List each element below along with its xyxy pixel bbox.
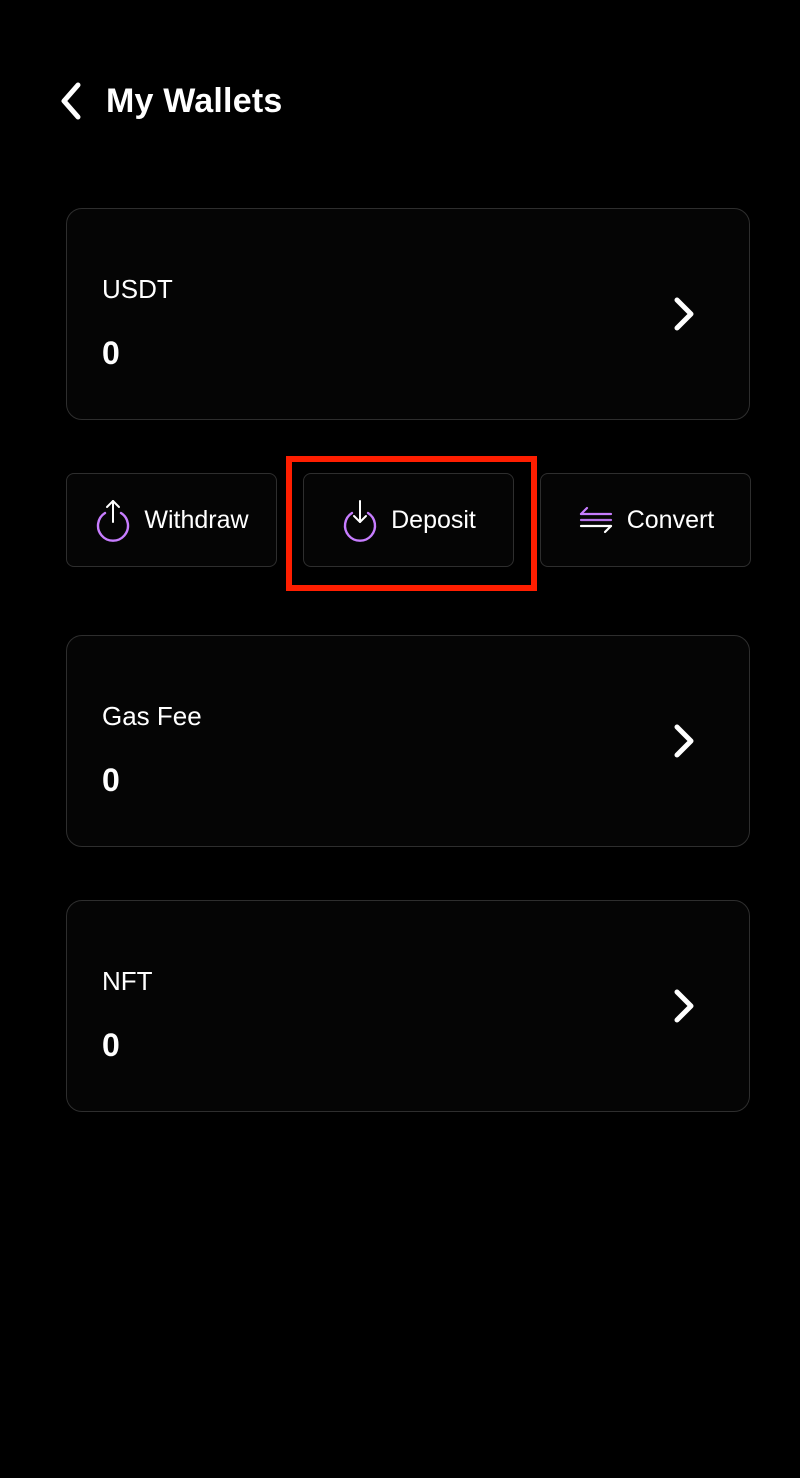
- chevron-right-icon: [669, 293, 699, 335]
- chevron-right-icon: [669, 985, 699, 1027]
- convert-arrows-icon: [577, 498, 615, 542]
- wallet-actions: Withdraw Deposit Convert: [66, 473, 752, 567]
- wallet-balance: 0: [102, 335, 120, 371]
- header: My Wallets: [0, 60, 800, 142]
- withdraw-label: Withdraw: [144, 506, 249, 534]
- wallet-label: USDT: [102, 274, 173, 304]
- deposit-label: Deposit: [391, 506, 476, 534]
- wallet-label: NFT: [102, 966, 153, 996]
- wallet-label: Gas Fee: [102, 701, 202, 731]
- wallet-card-gas-fee[interactable]: Gas Fee 0: [66, 635, 750, 847]
- wallet-card-usdt[interactable]: USDT 0: [66, 208, 750, 420]
- back-button[interactable]: [50, 80, 90, 122]
- chevron-right-icon: [669, 720, 699, 762]
- wallet-balance: 0: [102, 762, 120, 798]
- wallet-card-nft[interactable]: NFT 0: [66, 900, 750, 1112]
- wallet-balance: 0: [102, 1027, 120, 1063]
- convert-button[interactable]: Convert: [540, 473, 751, 567]
- withdraw-button[interactable]: Withdraw: [66, 473, 277, 567]
- page-title: My Wallets: [106, 82, 283, 120]
- withdraw-icon: [94, 498, 132, 542]
- deposit-button[interactable]: Deposit: [303, 473, 514, 567]
- chevron-left-icon: [61, 82, 81, 120]
- deposit-icon: [341, 498, 379, 542]
- convert-label: Convert: [626, 506, 715, 534]
